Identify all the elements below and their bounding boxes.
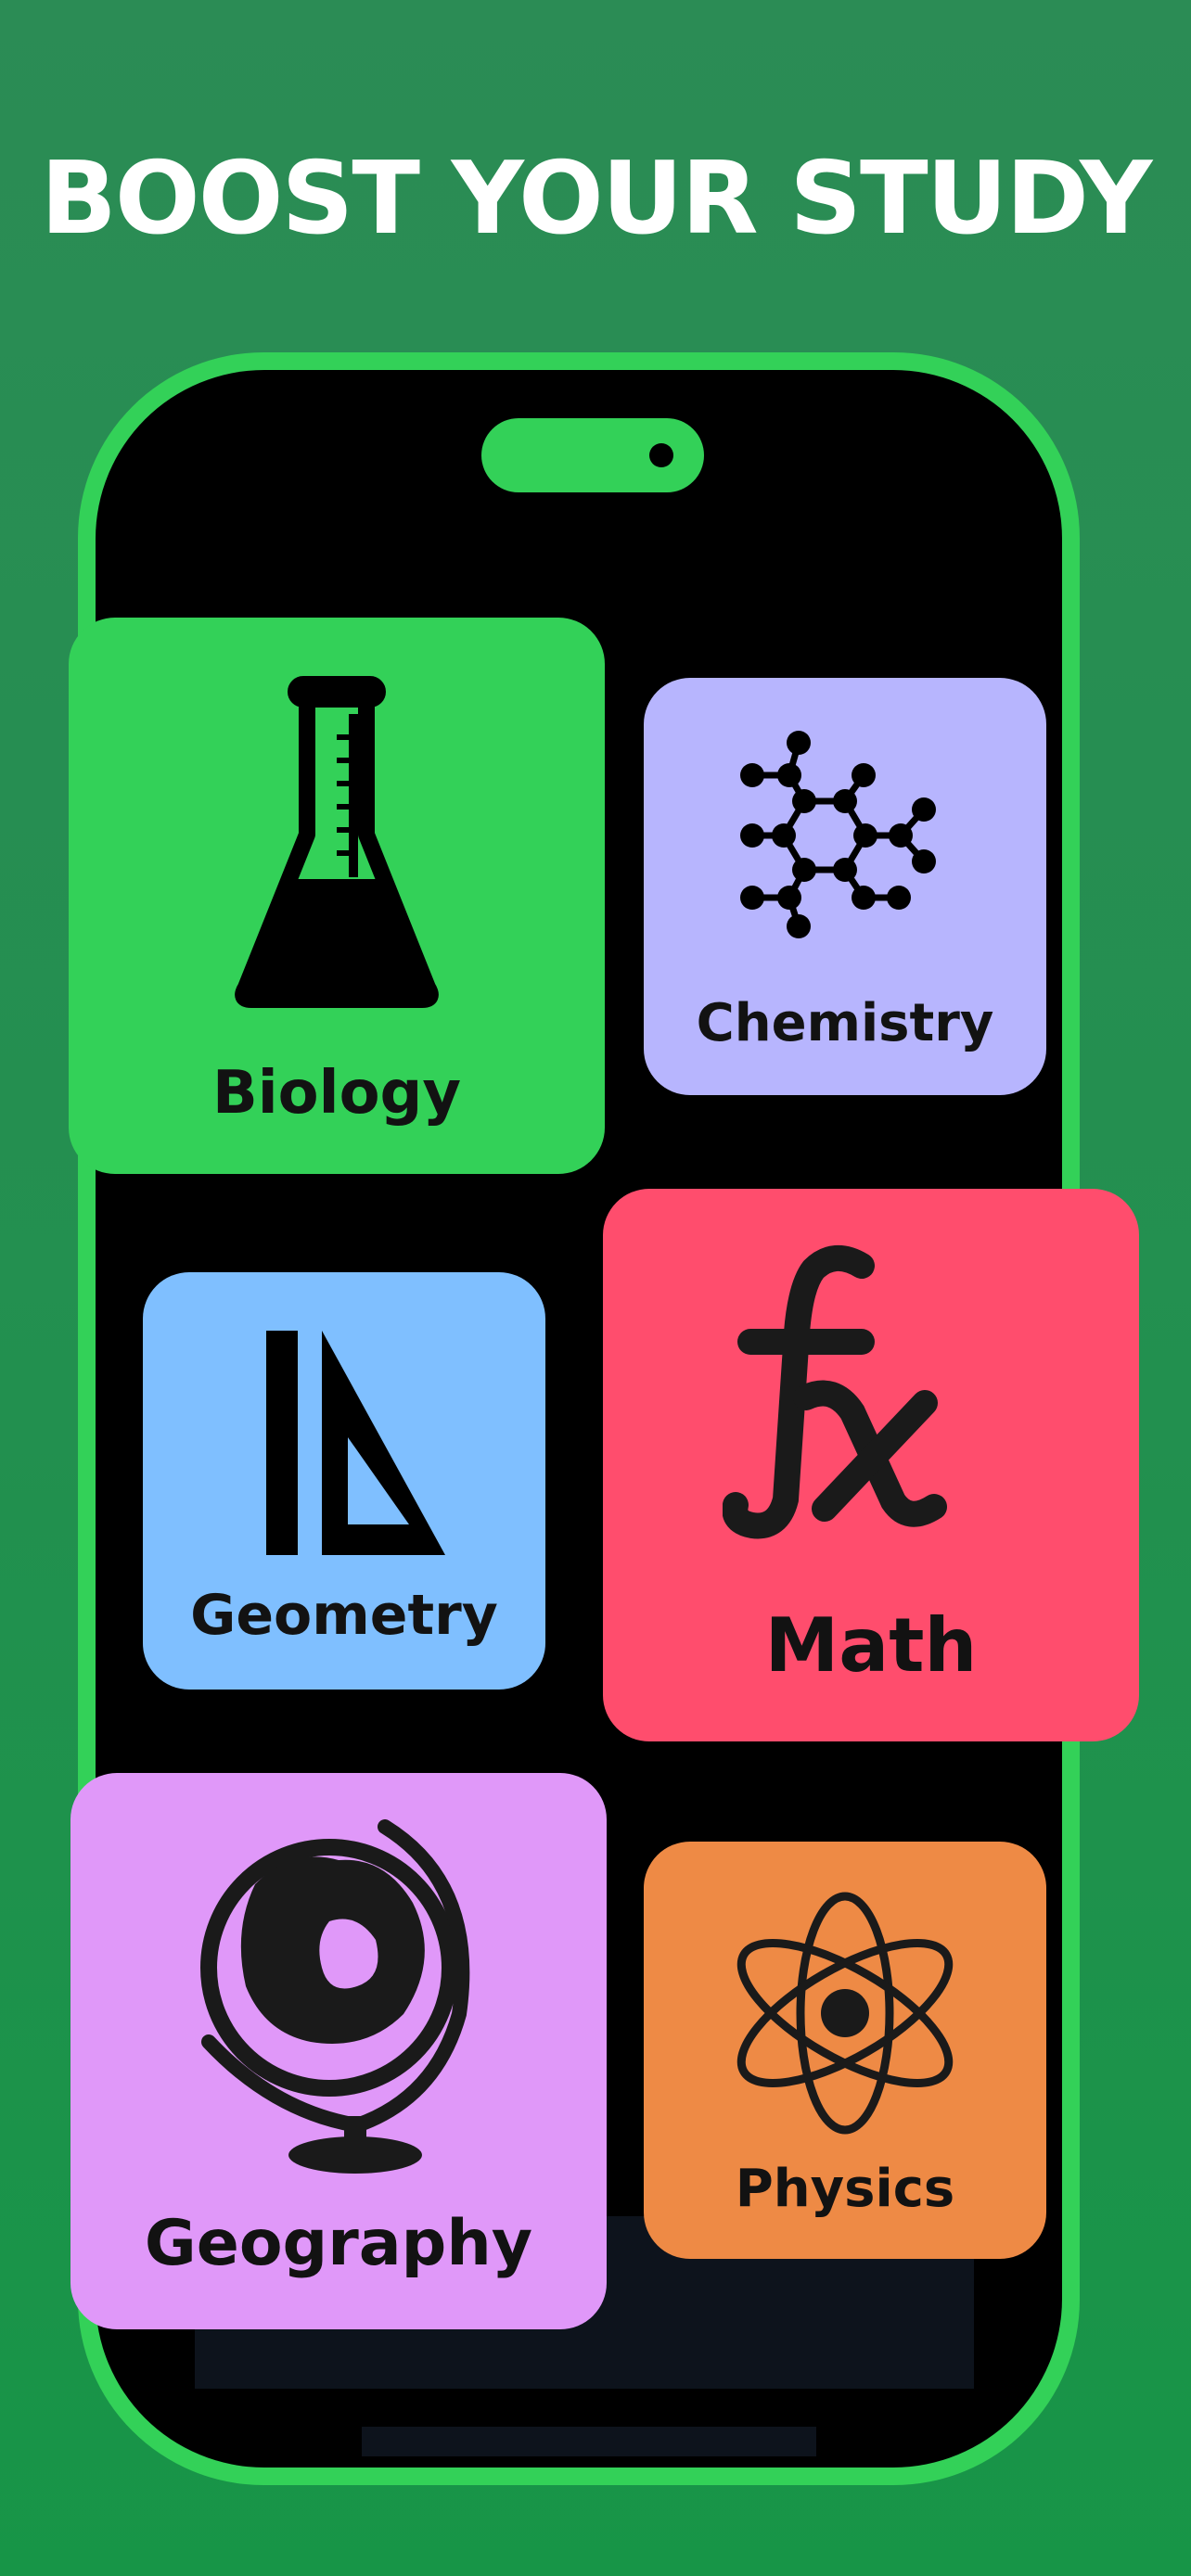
subject-label: Math bbox=[764, 1602, 978, 1689]
subject-label: Physics bbox=[735, 2159, 955, 2219]
home-indicator bbox=[362, 2427, 816, 2456]
subject-label: Chemistry bbox=[696, 993, 994, 1053]
subject-card-biology[interactable]: Biology bbox=[69, 618, 605, 1174]
function-icon bbox=[723, 1245, 947, 1539]
globe-icon bbox=[200, 1819, 470, 2174]
subject-card-math[interactable]: Math bbox=[603, 1189, 1139, 1741]
molecule-icon bbox=[740, 731, 936, 938]
set-square-icon bbox=[266, 1331, 445, 1555]
subject-card-geography[interactable]: Geography bbox=[70, 1773, 607, 2329]
subject-card-chemistry[interactable]: Chemistry bbox=[644, 678, 1046, 1095]
camera-lens bbox=[649, 443, 673, 467]
subject-label: Geometry bbox=[190, 1583, 498, 1648]
atom-icon bbox=[736, 1892, 954, 2135]
headline: BOOST YOUR STUDY bbox=[40, 141, 1153, 257]
flask-icon bbox=[235, 676, 439, 1008]
subject-card-physics[interactable]: Physics bbox=[644, 1842, 1046, 2259]
subject-label: Geography bbox=[144, 2207, 533, 2280]
subject-label: Biology bbox=[211, 1059, 462, 1128]
subject-card-geometry[interactable]: Geometry bbox=[143, 1272, 545, 1690]
